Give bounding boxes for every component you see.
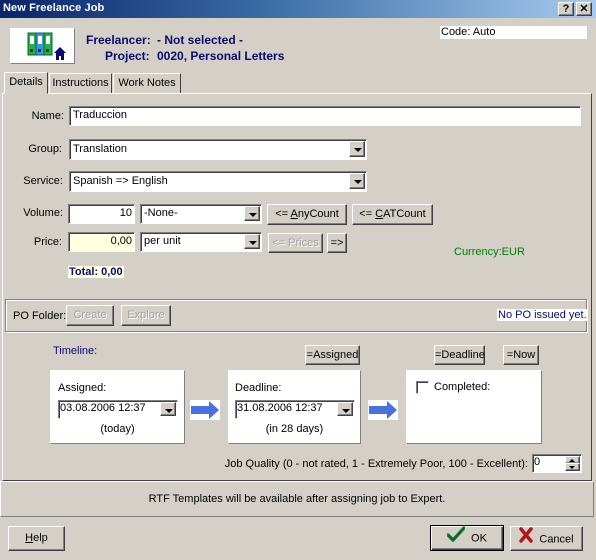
ok-label: OK (471, 532, 487, 545)
service-value: Spanish => English (73, 175, 168, 187)
assigned-date-picker[interactable]: 03.08.2006 12:37 (58, 400, 178, 419)
po-status: No PO issued yet. (497, 309, 588, 321)
volume-label: Volume: (23, 207, 63, 219)
completed-label: Completed: (434, 381, 491, 393)
deadline-box: Deadline: 31.08.2006 12:37 (in 28 days) (228, 370, 361, 444)
job-quality-spinner[interactable]: 0 (532, 454, 582, 473)
anycount-prefix: <= (275, 208, 291, 220)
project-label: Project: (105, 49, 150, 63)
set-deadline-button[interactable]: =Deadline (434, 345, 485, 365)
name-value: Traduccion (73, 109, 128, 121)
total-label: Total: 0,00 (68, 266, 124, 278)
volume-value: 10 (119, 207, 132, 219)
price-unit-value: per unit (144, 235, 181, 247)
checkmark-icon (446, 526, 466, 551)
assigned-note: (today) (100, 423, 135, 435)
chevron-down-icon[interactable] (160, 402, 176, 416)
group-value: Translation (73, 143, 128, 155)
freelancer-label: Freelancer: (86, 33, 151, 47)
job-quality-label: Job Quality (0 - not rated, 1 - Extremel… (224, 458, 528, 470)
set-now-button[interactable]: =Now (503, 345, 539, 365)
forward-prices-button[interactable]: => (327, 233, 347, 253)
tab-details[interactable]: Details (4, 72, 48, 94)
catcount-rest: ATCount (383, 208, 426, 220)
completed-box: Completed: (406, 370, 542, 444)
arrow-right-icon (190, 400, 220, 420)
spin-down-icon[interactable] (565, 463, 580, 471)
help-rest: elp (33, 532, 48, 544)
arrow-right-icon (368, 400, 398, 420)
close-button[interactable]: ✕ (576, 2, 592, 16)
catcount-button[interactable]: <= CATCount (352, 204, 433, 225)
title-bar[interactable]: New Freelance Job ? ✕ (0, 0, 596, 18)
rtf-note: RTF Templates will be available after as… (148, 493, 446, 505)
anycount-rest: nyCount (297, 208, 339, 220)
code-field: Code: Auto (440, 26, 587, 39)
tab-work-notes[interactable]: Work Notes (113, 73, 181, 93)
name-input[interactable]: Traduccion (69, 106, 581, 126)
assigned-label: Assigned: (58, 382, 107, 394)
po-folder-label: PO Folder: (13, 310, 67, 322)
cancel-x-icon (519, 527, 534, 552)
prices-button[interactable]: <= Prices (268, 233, 323, 253)
rtf-panel: RTF Templates will be available after as… (0, 481, 594, 517)
chevron-down-icon[interactable] (349, 141, 365, 157)
freelancer-value: - Not selected - (157, 33, 244, 47)
chevron-down-icon[interactable] (349, 173, 365, 189)
price-input[interactable]: 0,00 (68, 232, 135, 252)
service-select[interactable]: Spanish => English (69, 171, 367, 192)
completed-checkbox[interactable] (416, 381, 429, 394)
po-create-button[interactable]: Create (66, 305, 114, 326)
price-unit-select[interactable]: per unit (140, 232, 262, 252)
service-label: Service: (23, 175, 63, 187)
po-explore-button[interactable]: Explore (121, 305, 171, 326)
help-accel: H (25, 532, 34, 544)
volume-unit-select[interactable]: -None- (140, 204, 262, 224)
volume-unit-value: -None- (144, 207, 178, 219)
catcount-accel: C (375, 208, 384, 220)
cancel-button[interactable]: Cancel (510, 526, 583, 551)
catcount-prefix: <= (359, 208, 376, 220)
volume-input[interactable]: 10 (68, 204, 135, 224)
chevron-down-icon[interactable] (337, 402, 353, 416)
group-label: Group: (28, 143, 62, 155)
chevron-down-icon[interactable] (244, 234, 260, 249)
timeline-title: Timeline: (53, 345, 98, 357)
binders-home-icon (10, 28, 75, 64)
price-label: Price: (33, 236, 62, 248)
price-value: 0,00 (110, 235, 132, 247)
deadline-date-picker[interactable]: 31.08.2006 12:37 (235, 400, 355, 419)
deadline-note: (in 28 days) (265, 423, 324, 435)
help-button[interactable]: Help (8, 526, 65, 551)
cancel-label: Cancel (539, 533, 574, 546)
set-assigned-button[interactable]: =Assigned (305, 345, 360, 365)
anycount-button[interactable]: <= AnyCount (267, 204, 347, 225)
anycount-accel: A (290, 208, 298, 220)
group-select[interactable]: Translation (69, 139, 367, 160)
name-label: Name: (31, 110, 64, 122)
window-title: New Freelance Job (3, 2, 105, 14)
deadline-label: Deadline: (235, 382, 282, 394)
project-value: 0020, Personal Letters (157, 49, 285, 63)
ok-button[interactable]: OK (430, 525, 504, 551)
help-title-button[interactable]: ? (558, 2, 574, 16)
currency-label: Currency:EUR (454, 246, 525, 258)
tab-instructions[interactable]: Instructions (49, 73, 112, 93)
chevron-down-icon[interactable] (244, 206, 260, 221)
assigned-box: Assigned: 03.08.2006 12:37 (today) (50, 370, 185, 444)
